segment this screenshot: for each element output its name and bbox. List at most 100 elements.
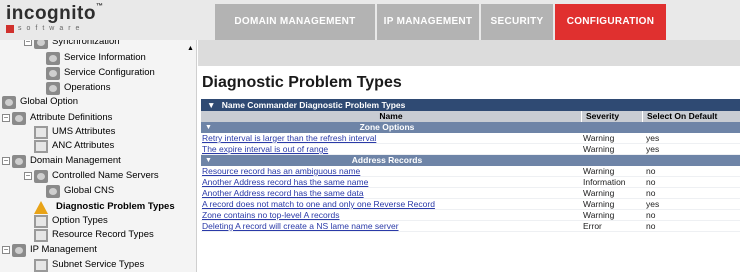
severity-cell: Warning <box>583 188 615 198</box>
tree-item-label: Resource Record Types <box>52 229 154 240</box>
table-row: Resource record has an ambiguous name Wa… <box>201 166 740 177</box>
table-row: Zone contains no top-level A records War… <box>201 210 740 221</box>
folder-icon <box>34 169 48 183</box>
nav-configuration[interactable]: CONFIGURATION <box>555 4 666 40</box>
main-content: Diagnostic Problem Types ▼ Name Commande… <box>198 40 740 272</box>
select-default-cell: no <box>646 221 656 231</box>
diagnostic-table: ▼ Name Commander Diagnostic Problem Type… <box>201 99 740 232</box>
select-default-cell: no <box>646 177 656 187</box>
table-row: Deleting A record will create a NS lame … <box>201 221 740 232</box>
tree-item-label: Synchronization <box>52 40 120 47</box>
tree-item-label: ANC Attributes <box>52 140 115 151</box>
problem-type-link[interactable]: The expire interval is out of range <box>201 144 581 154</box>
problem-type-link[interactable]: Another Address record has the same name <box>201 177 581 187</box>
folder-icon <box>2 95 16 109</box>
collapse-icon[interactable]: − <box>2 114 10 122</box>
tree-item-ip-management[interactable]: − IP Management <box>2 242 97 258</box>
folder-icon <box>12 111 26 125</box>
severity-cell: Information <box>583 177 626 187</box>
group-label: Address Records <box>351 155 423 165</box>
problem-type-link[interactable]: Retry interval is larger than the refres… <box>201 133 581 143</box>
tree-item-subnet-service-types[interactable]: Subnet Service Types <box>34 257 144 272</box>
tree-item-label: Service Configuration <box>64 67 155 78</box>
tree-item-service-configuration[interactable]: Service Configuration <box>46 65 155 81</box>
tree-item-label: Service Information <box>64 52 146 63</box>
tree-item-label: Global Option <box>20 96 79 107</box>
content-toolbar-strip <box>198 40 740 66</box>
tree-item-service-information[interactable]: Service Information <box>46 50 146 66</box>
main-nav: DOMAIN MANAGEMENT IP MANAGEMENT SECURITY… <box>215 4 668 40</box>
tree-item-anc-attributes[interactable]: ANC Attributes <box>34 138 114 154</box>
tree-item-global-option[interactable]: Global Option <box>2 94 78 110</box>
group-label: Zone Options <box>359 122 415 132</box>
brand-mark <box>6 25 14 33</box>
app-header: incognito™ software DOMAIN MANAGEMENT IP… <box>0 0 740 40</box>
folder-icon <box>34 40 48 49</box>
folder-icon <box>12 154 26 168</box>
nav-domain-management[interactable]: DOMAIN MANAGEMENT <box>215 4 375 40</box>
table-caption-label: Name Commander Diagnostic Problem Types <box>221 100 406 110</box>
collapse-icon[interactable]: − <box>2 157 10 165</box>
gear-icon <box>46 51 60 65</box>
severity-cell: Warning <box>583 210 615 220</box>
select-default-cell: yes <box>646 133 660 143</box>
folder-icon <box>12 243 26 257</box>
table-row: A record does not match to one and only … <box>201 199 740 210</box>
brand-logo[interactable]: incognito™ software <box>6 3 196 37</box>
tree-item-resource-record-types[interactable]: Resource Record Types <box>34 227 154 243</box>
brand-tagline: software <box>18 25 85 32</box>
collapse-triangle-icon[interactable]: ▼ <box>201 155 233 166</box>
select-default-cell: no <box>646 210 656 220</box>
problem-type-link[interactable]: Zone contains no top-level A records <box>201 210 581 220</box>
scroll-up-icon[interactable]: ▲ <box>186 45 195 53</box>
tree-item-label: Controlled Name Servers <box>52 170 159 181</box>
collapse-triangle-icon[interactable]: ▼ <box>201 122 233 133</box>
document-icon <box>34 214 48 228</box>
column-header-severity[interactable]: Severity <box>581 111 642 122</box>
collapse-triangle-icon[interactable]: ▼ <box>207 100 215 110</box>
gear-icon <box>46 66 60 80</box>
nav-ip-management[interactable]: IP MANAGEMENT <box>377 4 479 40</box>
collapse-icon[interactable]: − <box>24 40 32 46</box>
document-icon <box>34 125 48 139</box>
severity-cell: Error <box>583 221 602 231</box>
group-header-zone-options[interactable]: ▼ Zone Options <box>201 122 740 133</box>
document-icon <box>34 258 48 272</box>
table-row: Another Address record has the same name… <box>201 177 740 188</box>
gear-icon <box>46 81 60 95</box>
severity-cell: Warning <box>583 199 615 209</box>
tree-item-label: IP Management <box>30 244 97 255</box>
table-row: Another Address record has the same data… <box>201 188 740 199</box>
warning-icon <box>34 200 48 214</box>
problem-type-link[interactable]: Deleting A record will create a NS lame … <box>201 221 581 231</box>
collapse-icon[interactable]: − <box>24 172 32 180</box>
select-default-cell: yes <box>646 144 660 154</box>
gear-icon <box>46 184 60 198</box>
brand-name: incognito™ <box>6 3 104 24</box>
collapse-icon[interactable]: − <box>2 246 10 254</box>
tree-item-label: Domain Management <box>30 155 121 166</box>
tree-item-controlled-name-servers[interactable]: − Controlled Name Servers <box>24 168 159 184</box>
problem-type-link[interactable]: Another Address record has the same data <box>201 188 581 198</box>
document-icon <box>34 228 48 242</box>
problem-type-link[interactable]: Resource record has an ambiguous name <box>201 166 581 176</box>
tree-item-label: Global CNS <box>64 185 115 196</box>
select-default-cell: yes <box>646 199 660 209</box>
tree-item-global-cns[interactable]: Global CNS <box>46 183 114 199</box>
column-header-name[interactable]: Name <box>201 111 581 122</box>
tree-item-label: Subnet Service Types <box>52 259 145 270</box>
severity-cell: Warning <box>583 166 615 176</box>
table-caption[interactable]: ▼ Name Commander Diagnostic Problem Type… <box>201 99 740 111</box>
table-row: The expire interval is out of range Warn… <box>201 144 740 155</box>
nav-security[interactable]: SECURITY <box>481 4 553 40</box>
table-header: Name Severity Select On Default <box>201 111 740 122</box>
problem-type-link[interactable]: A record does not match to one and only … <box>201 199 581 209</box>
sidebar-tree[interactable]: ▲ − Synchronization Service Information … <box>0 40 197 272</box>
column-header-select-on-default[interactable]: Select On Default <box>642 111 740 122</box>
group-header-address-records[interactable]: ▼ Address Records <box>201 155 740 166</box>
tree-item-synchronization[interactable]: − Synchronization <box>24 40 120 50</box>
select-default-cell: no <box>646 166 656 176</box>
document-icon <box>34 139 48 153</box>
tree-item-domain-management[interactable]: − Domain Management <box>2 153 121 169</box>
page-title: Diagnostic Problem Types <box>202 74 402 91</box>
